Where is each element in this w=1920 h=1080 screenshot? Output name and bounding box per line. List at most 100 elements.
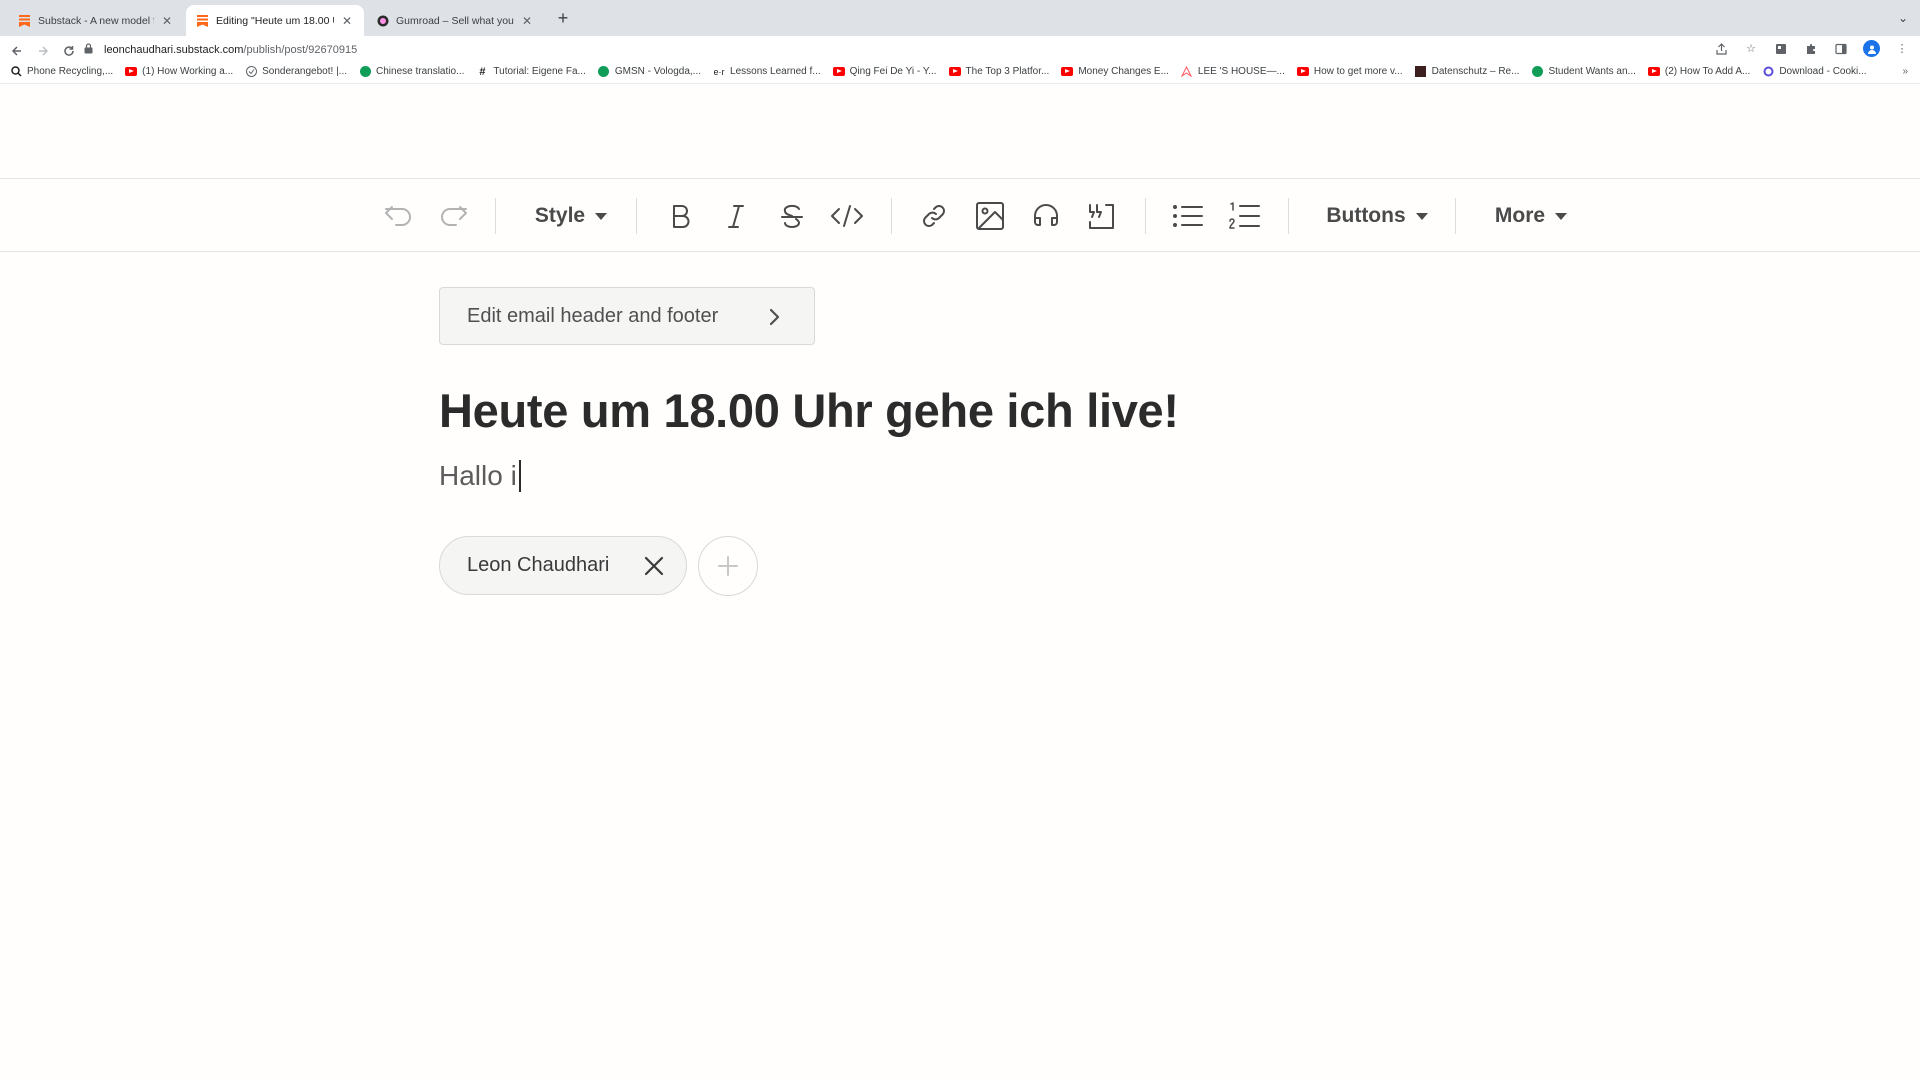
share-icon[interactable] <box>1713 41 1729 57</box>
bookmark-item[interactable]: GMSN - Vologda,... <box>598 66 701 78</box>
bookmark-label: GMSN - Vologda,... <box>614 66 702 77</box>
puzzle-icon[interactable] <box>1803 41 1819 57</box>
star-icon[interactable]: ☆ <box>1743 41 1759 57</box>
bookmark-item[interactable]: Student Wants an... <box>1531 66 1636 78</box>
bookmark-item[interactable]: Phone Recycling,... <box>10 66 113 78</box>
edit-email-header-label: Edit email header and footer <box>467 304 719 327</box>
bold-button[interactable] <box>664 197 696 235</box>
toolbar-divider <box>1455 198 1456 234</box>
extension-icon[interactable] <box>1773 41 1789 57</box>
bookmark-label: Chinese translatio... <box>376 66 465 77</box>
bookmark-item[interactable]: LEE 'S HOUSE—... <box>1181 66 1285 78</box>
bookmark-item[interactable]: # Tutorial: Eigene Fa... <box>476 65 586 78</box>
green-icon <box>359 66 371 78</box>
link-icon <box>923 205 945 227</box>
more-label: More <box>1494 204 1546 227</box>
sidepanel-icon[interactable] <box>1833 41 1849 57</box>
caret-down-icon <box>1555 212 1568 220</box>
bookmark-item[interactable]: Sonderangebot! |... <box>245 66 347 78</box>
close-icon[interactable]: ✕ <box>520 14 534 28</box>
caret-down-icon <box>1415 212 1428 220</box>
undo-icon <box>385 206 411 226</box>
close-icon[interactable]: ✕ <box>340 14 354 28</box>
numbered-list-button[interactable] <box>1227 197 1263 235</box>
italic-button[interactable] <box>720 197 752 235</box>
youtube-icon <box>1647 66 1660 78</box>
new-tab-button[interactable]: + <box>553 9 573 29</box>
tab-search-icon[interactable]: ⌄ <box>1898 11 1908 25</box>
tab-editing[interactable]: Editing "Heute um 18.00 Uhr g ✕ <box>186 5 364 36</box>
bullet-list-button[interactable] <box>1170 197 1206 235</box>
bookmark-item[interactable]: Qing Fei De Yi - Y... <box>832 66 937 78</box>
bold-icon <box>673 205 690 228</box>
image-icon <box>976 202 1004 230</box>
strikethrough-button[interactable] <box>775 197 809 235</box>
address-bar[interactable]: leonchaudhari.substack.com/publish/post/… <box>84 38 1920 62</box>
buttons-dropdown[interactable]: Buttons <box>1325 197 1429 235</box>
bookmark-item[interactable]: (2) How To Add A... <box>1647 66 1751 78</box>
quote-button[interactable] <box>1084 197 1118 235</box>
author-name: Leon Chaudhari <box>467 554 610 576</box>
bookmark-item[interactable]: e·r Lessons Learned f... <box>713 66 821 78</box>
post-title[interactable]: Heute um 18.00 Uhr gehe ich live! <box>439 383 1179 438</box>
tab-title: Substack - A new model for pu <box>38 14 154 27</box>
code-icon <box>831 205 863 227</box>
toolbar-divider <box>495 198 496 234</box>
bookmark-label: (2) How To Add A... <box>1664 66 1751 77</box>
menu-kebab-icon[interactable]: ⋮ <box>1894 41 1910 57</box>
bookmark-item[interactable]: Download - Cooki... <box>1762 66 1867 78</box>
caret-down-icon <box>595 212 608 220</box>
forward-icon[interactable] <box>32 40 54 62</box>
bookmark-label: Lessons Learned f... <box>730 66 821 77</box>
tab-gumroad[interactable]: Gumroad – Sell what you know ✕ <box>366 5 544 36</box>
bookmark-label: Sonderangebot! |... <box>262 66 348 77</box>
bookmarks-overflow-button[interactable]: » <box>1902 66 1908 77</box>
link-button[interactable] <box>918 197 950 235</box>
code-button[interactable] <box>828 197 866 235</box>
bookmark-item[interactable]: Chinese translatio... <box>359 66 464 78</box>
audio-button[interactable] <box>1029 197 1063 235</box>
bookmarks-bar: Phone Recycling,... (1) How Working a... S… <box>0 60 1920 84</box>
toolbar-divider <box>1145 198 1146 234</box>
bookmark-item[interactable]: How to get more v... <box>1296 66 1403 78</box>
youtube-icon <box>832 66 845 78</box>
url-host: leonchaudhari.substack.com <box>104 44 244 56</box>
bookmark-item[interactable]: Datenschutz – Re... <box>1415 66 1520 78</box>
bookmark-label: Phone Recycling,... <box>27 66 114 77</box>
bookmark-label: Datenschutz – Re... <box>1431 66 1520 77</box>
strikethrough-icon <box>781 204 803 228</box>
bookmark-item[interactable]: The Top 3 Platfor... <box>948 66 1049 78</box>
close-icon[interactable]: ✕ <box>160 14 174 28</box>
tab-title: Editing "Heute um 18.00 Uhr g <box>216 14 334 27</box>
bookmark-item[interactable]: (1) How Working a... <box>125 66 233 78</box>
undo-button[interactable] <box>380 197 416 235</box>
extension-area: ☆ ⋮ <box>1713 40 1910 57</box>
post-body-editor[interactable]: Hallo i <box>439 460 521 492</box>
bookmark-icon <box>1415 66 1427 78</box>
bookmark-item[interactable]: Money Changes E... <box>1061 66 1169 78</box>
substack-icon <box>18 14 31 27</box>
bookmark-label: Money Changes E... <box>1078 66 1169 77</box>
more-dropdown[interactable]: More <box>1493 197 1569 235</box>
author-chip[interactable]: Leon Chaudhari <box>439 536 687 595</box>
redo-button[interactable] <box>436 197 472 235</box>
search-icon <box>10 66 22 78</box>
image-button[interactable] <box>973 197 1007 235</box>
bookmark-label: (1) How Working a... <box>142 66 234 77</box>
text-cursor <box>518 460 521 492</box>
back-icon[interactable] <box>6 40 28 62</box>
redo-icon <box>441 206 467 226</box>
italic-icon <box>728 205 744 228</box>
add-author-button[interactable] <box>698 536 758 596</box>
edit-email-header-button[interactable]: Edit email header and footer <box>439 287 815 345</box>
style-dropdown[interactable]: Style <box>533 197 609 235</box>
green-icon <box>598 66 610 78</box>
tab-substack[interactable]: Substack - A new model for pu ✕ <box>8 5 184 36</box>
reload-icon[interactable] <box>58 40 80 62</box>
bookmark-label: Student Wants an... <box>1548 66 1636 77</box>
hash-icon: # <box>479 65 486 78</box>
tab-title: Gumroad – Sell what you know <box>396 14 514 27</box>
profile-avatar[interactable] <box>1863 40 1880 57</box>
remove-author-icon[interactable] <box>644 556 664 576</box>
bookmark-label: Download - Cooki... <box>1779 66 1867 77</box>
